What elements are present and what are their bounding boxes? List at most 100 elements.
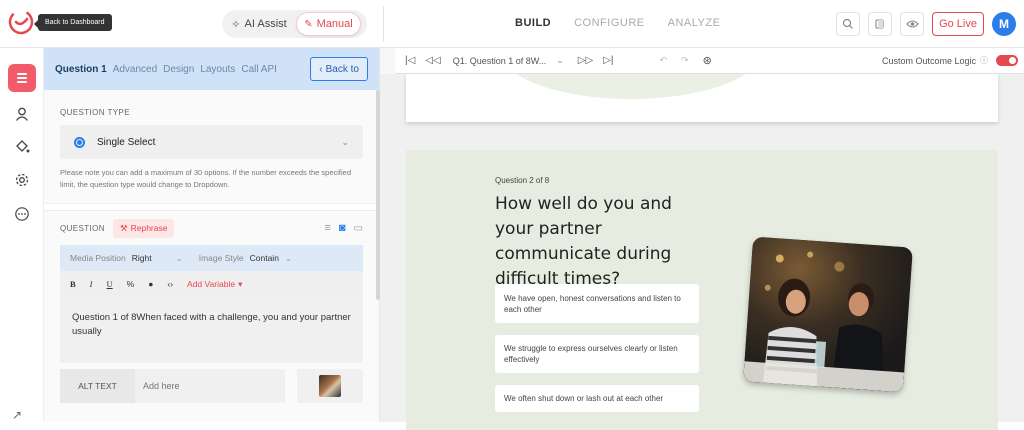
question-image: [743, 236, 913, 393]
gear-icon: [15, 173, 29, 187]
option-limit-note: Please note you can add a maximum of 30 …: [60, 168, 352, 189]
chevron-down-icon: ⌄: [556, 55, 564, 65]
italic-icon[interactable]: I: [90, 279, 93, 289]
search-button[interactable]: [836, 12, 861, 36]
copy-icon: [875, 19, 884, 29]
add-variable-label: Add Variable: [187, 278, 236, 289]
paint-bucket-icon: [16, 140, 30, 153]
image-style-select[interactable]: Contain ⌄: [250, 253, 292, 264]
mode-toggle: ✧ AI Assist ✎ Manual: [222, 10, 367, 38]
tab-design[interactable]: Design: [163, 64, 194, 75]
panel-tabs: Question 1 Advanced Design Layouts Call …: [44, 48, 379, 90]
list-icon: [17, 73, 27, 83]
accessibility-icon[interactable]: ⊛: [703, 54, 712, 67]
media-position-label: Media Position: [70, 253, 126, 263]
previous-question-card: [406, 74, 998, 122]
question-section-header: QUESTION ⚒ Rephrase ≡ ◙ ▭: [44, 211, 379, 238]
top-right-actions: Go Live M: [836, 12, 1016, 36]
answer-option[interactable]: We struggle to express ourselves clearly…: [495, 335, 699, 373]
logo-icon[interactable]: [8, 9, 34, 35]
tab-call-api[interactable]: Call API: [241, 64, 277, 75]
redo-icon[interactable]: ↷: [681, 55, 689, 66]
image-style-value: Contain: [249, 252, 279, 263]
left-rail: ↗: [0, 48, 44, 422]
question-select-value: Q1. Question 1 of 8W...: [452, 55, 547, 66]
question-label: QUESTION: [60, 223, 105, 233]
rephrase-button[interactable]: ⚒ Rephrase: [112, 218, 175, 238]
camera-icon[interactable]: ◙: [339, 222, 346, 234]
tab-configure[interactable]: CONFIGURE: [574, 17, 645, 29]
rail-item-builder[interactable]: [8, 64, 36, 92]
rail-item-settings[interactable]: [8, 166, 36, 194]
video-icon[interactable]: ▭: [354, 223, 363, 234]
decorative-shape: [501, 74, 761, 99]
prev-question-icon[interactable]: ◁◁: [425, 55, 440, 66]
menu-icon[interactable]: ≡: [324, 222, 330, 234]
couple-photo: [743, 236, 913, 393]
next-question-icon[interactable]: ▷▷: [578, 55, 593, 66]
manual-button[interactable]: ✎ Manual: [296, 12, 361, 36]
underline-icon[interactable]: U: [107, 279, 113, 289]
toolbar-gutter: [380, 48, 395, 74]
answer-option[interactable]: We have open, honest conversations and l…: [495, 284, 699, 323]
rail-item-user[interactable]: [8, 100, 36, 128]
question-editor-panel: Question 1 Advanced Design Layouts Call …: [44, 48, 380, 422]
rail-item-more[interactable]: [8, 200, 36, 228]
layout-button[interactable]: [868, 12, 893, 36]
undo-icon[interactable]: ↶: [659, 55, 667, 66]
back-button[interactable]: ‹ Back to: [310, 57, 368, 81]
top-bar: Back to Dashboard ✧ AI Assist ✎ Manual B…: [0, 0, 1024, 48]
media-position-select[interactable]: Right ⌄: [132, 253, 183, 264]
question-type-value: Single Select: [97, 136, 156, 148]
first-question-icon[interactable]: |◁: [405, 55, 415, 66]
question-text-editor[interactable]: Question 1 of 8When faced with a challen…: [60, 297, 363, 363]
media-position-value: Right: [131, 252, 152, 263]
sparkle-icon: ✧: [231, 18, 241, 31]
question-type-select[interactable]: Single Select ⌄: [60, 125, 363, 159]
last-question-icon[interactable]: ▷|: [603, 55, 613, 66]
thumbnail-image: [319, 375, 341, 397]
section-divider: [44, 203, 379, 211]
divider: [383, 6, 384, 42]
eye-icon: [905, 20, 919, 28]
question-text: Question 1 of 8When faced with a challen…: [72, 312, 351, 337]
chevron-down-icon: ⌄: [284, 252, 293, 263]
custom-outcome-toggle[interactable]: [996, 55, 1018, 66]
manual-label: Manual: [316, 18, 353, 30]
image-thumbnail[interactable]: [297, 369, 363, 403]
question-number: Question 2 of 8: [495, 176, 550, 185]
chevron-down-icon: ⌄: [175, 252, 183, 263]
rail-item-design[interactable]: [8, 132, 36, 160]
info-icon: ⓘ: [980, 56, 988, 65]
tab-build[interactable]: BUILD: [515, 17, 551, 29]
add-variable-button[interactable]: Add Variable ▾: [187, 279, 242, 290]
share-icon[interactable]: ↗: [12, 408, 22, 422]
tab-analyze[interactable]: ANALYZE: [668, 17, 721, 29]
tab-layouts[interactable]: Layouts: [200, 64, 235, 75]
question-type-section: QUESTION TYPE: [44, 90, 379, 125]
canvas-toolbar: |◁ ◁◁ Q1. Question 1 of 8W... ⌄ ▷▷ ▷| ↶ …: [395, 48, 1024, 74]
answer-option[interactable]: We often shut down or lash out at each o…: [495, 385, 699, 412]
ai-assist-button[interactable]: ✧ AI Assist: [224, 12, 294, 36]
go-live-button[interactable]: Go Live: [932, 12, 984, 36]
code-icon[interactable]: ‹›: [167, 279, 173, 289]
text-format-toolbar: B I U % ● ‹› Add Variable ▾: [60, 271, 363, 297]
question-select[interactable]: Q1. Question 1 of 8W... ⌄: [453, 55, 564, 66]
media-options-bar: Media Position Right ⌄ Image Style Conta…: [60, 245, 363, 271]
avatar[interactable]: M: [992, 12, 1016, 36]
tab-question-1[interactable]: Question 1: [55, 64, 107, 75]
main-nav-tabs: BUILD CONFIGURE ANALYZE: [515, 17, 720, 29]
bold-icon[interactable]: B: [70, 279, 76, 289]
radio-icon: [74, 136, 85, 148]
pencil-icon: ✎: [304, 18, 313, 30]
tab-advanced[interactable]: Advanced: [113, 64, 157, 75]
link-icon[interactable]: %: [127, 279, 135, 289]
question-type-label: QUESTION TYPE: [60, 108, 130, 117]
chevron-left-icon: ‹: [319, 63, 323, 75]
custom-outcome-label: Custom Outcome Logic: [881, 55, 976, 66]
image-style-label: Image Style: [198, 253, 244, 263]
preview-button[interactable]: [900, 12, 925, 36]
color-icon[interactable]: ●: [148, 279, 153, 289]
alt-text-row: ALT TEXT: [60, 369, 363, 403]
alt-text-input[interactable]: [135, 369, 285, 403]
